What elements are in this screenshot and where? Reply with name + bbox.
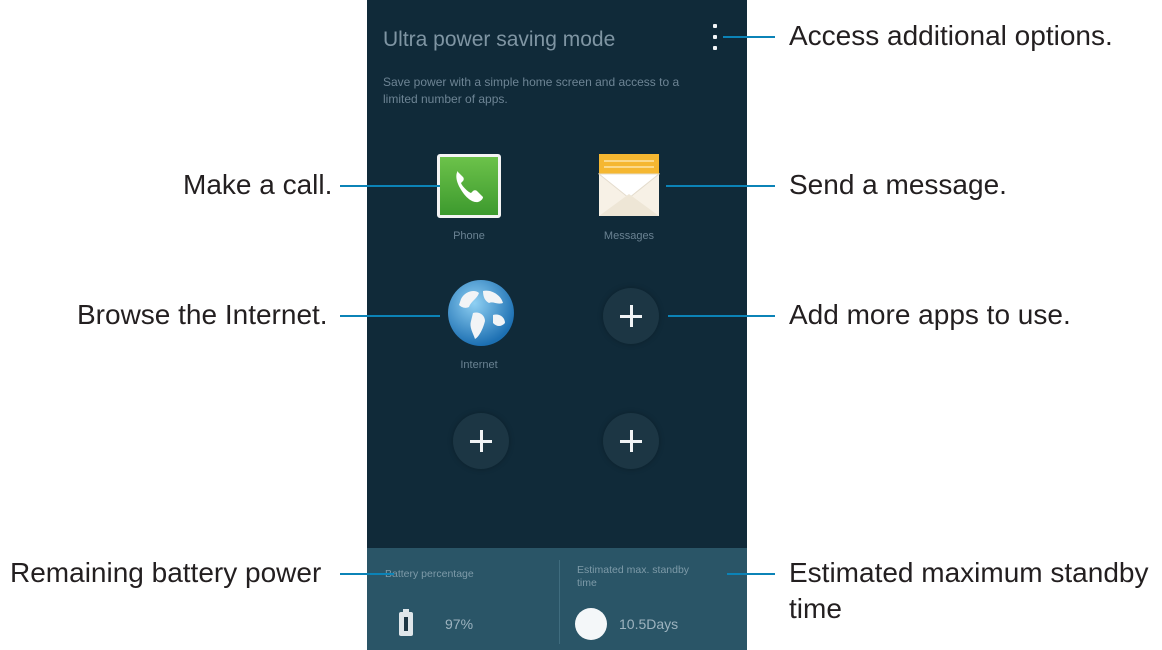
- standby-value: 10.5Days: [619, 616, 679, 632]
- battery-value: 97%: [445, 616, 474, 632]
- standby-label: Estimated max. standby time: [577, 564, 690, 589]
- app-label-phone: Phone: [453, 230, 485, 242]
- standby-section: Estimated max. standby time 10.5Days: [561, 548, 747, 650]
- callout-call: Make a call.: [183, 169, 333, 200]
- more-options-icon[interactable]: [710, 24, 720, 50]
- callout-options: Access additional options.: [789, 20, 1113, 51]
- app-messages[interactable]: Messages: [574, 154, 684, 274]
- leader-line: [340, 573, 394, 575]
- screen-title: Ultra power saving mode: [383, 28, 616, 51]
- callout-internet: Browse the Internet.: [77, 299, 328, 330]
- leader-line: [723, 36, 775, 38]
- callout-add-apps: Add more apps to use.: [789, 299, 1071, 330]
- leader-line: [340, 315, 440, 317]
- battery-section: Battery percentage 97%: [367, 548, 557, 650]
- messages-icon: [598, 154, 660, 216]
- app-phone[interactable]: Phone: [414, 154, 524, 274]
- leader-line: [666, 185, 775, 187]
- standby-clock-icon: [575, 608, 607, 640]
- leader-line: [340, 185, 440, 187]
- callout-standby-line1: Estimated maximum standby: [789, 557, 1149, 588]
- app-label-messages: Messages: [603, 230, 655, 242]
- app-internet[interactable]: Internet: [424, 279, 534, 399]
- callout-standby-line2: time: [789, 593, 842, 624]
- battery-label: Battery percentage: [385, 568, 474, 580]
- add-app-button[interactable]: [603, 413, 659, 469]
- phone-icon: [437, 154, 501, 218]
- add-app-button[interactable]: [453, 413, 509, 469]
- callout-message: Send a message.: [789, 169, 1007, 200]
- app-label-internet: Internet: [460, 359, 498, 371]
- add-app-button[interactable]: [603, 288, 659, 344]
- leader-line: [668, 315, 775, 317]
- screen-description: Save power with a simple home screen and…: [383, 75, 680, 106]
- phone-screen: Ultra power saving mode Save power with …: [367, 0, 747, 650]
- status-panel: Battery percentage 97% Estimated max. st…: [367, 548, 747, 650]
- battery-icon: [399, 609, 413, 636]
- leader-line: [727, 573, 775, 575]
- callout-battery: Remaining battery power: [10, 557, 322, 588]
- globe-icon: [448, 280, 514, 346]
- divider: [559, 560, 560, 644]
